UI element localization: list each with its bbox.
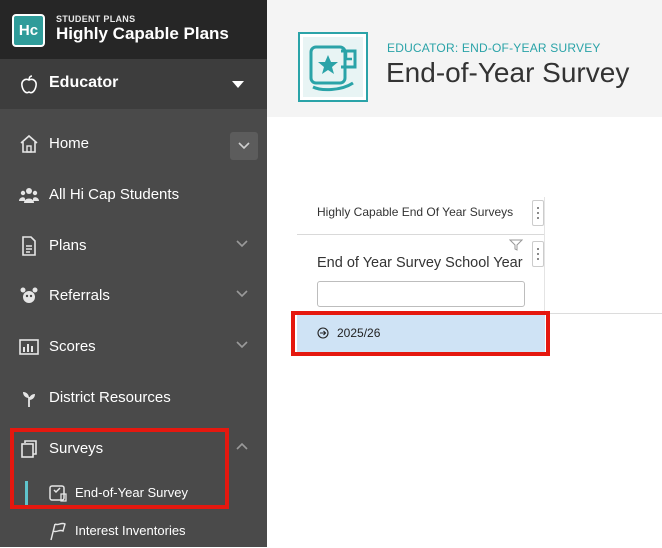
column-menu-button[interactable]: [532, 241, 544, 267]
collapse-toggle-button[interactable]: [230, 132, 258, 160]
plant-icon: [23, 392, 35, 407]
page-eyebrow: EDUCATOR: END-OF-YEAR SURVEY: [387, 41, 601, 55]
grid-panel-title: Highly Capable End Of Year Surveys: [317, 205, 514, 219]
sidebar-item-plans[interactable]: Plans: [0, 226, 267, 266]
sidebar-item-scores[interactable]: Scores: [0, 327, 267, 367]
column-header-label: End of Year Survey School Year: [317, 255, 523, 271]
role-label: Educator: [49, 74, 119, 91]
panel-menu-button[interactable]: [532, 200, 544, 226]
chevron-down-icon: [238, 142, 250, 150]
scores-icon: [19, 339, 39, 355]
subnav-item-interest-inventories[interactable]: Interest Inventories: [0, 514, 267, 548]
sidebar-item-all-students[interactable]: All Hi Cap Students: [0, 175, 267, 215]
page-icon: [298, 32, 368, 102]
sidebar-item-label: Home: [49, 135, 90, 152]
sidebar-item-district-resources[interactable]: District Resources: [0, 378, 267, 418]
document-icon: [22, 236, 36, 256]
sidebar-item-home[interactable]: Home: [0, 124, 267, 164]
highlight-box-row: [291, 311, 550, 356]
brand-subtitle: STUDENT PLANS: [56, 14, 136, 24]
sidebar-item-referrals[interactable]: Referrals: [0, 276, 267, 316]
flag-icon: [50, 522, 66, 541]
sidebar-item-label: Scores: [49, 338, 96, 355]
home-icon: [20, 134, 38, 153]
grid-panel-header: Highly Capable End Of Year Surveys: [297, 197, 544, 235]
role-selector[interactable]: Educator: [0, 59, 267, 109]
page-header: EDUCATOR: END-OF-YEAR SURVEY End-of-Year…: [267, 0, 662, 117]
group-icon: [19, 188, 39, 203]
brand-bar[interactable]: Hc STUDENT PLANS Highly Capable Plans: [0, 0, 267, 59]
grid-column-header[interactable]: End of Year Survey School Year: [297, 236, 544, 276]
column-filter-input[interactable]: [317, 281, 525, 307]
chevron-down-icon: [236, 290, 248, 298]
apple-icon: [21, 75, 37, 94]
brand-title: Highly Capable Plans: [56, 24, 229, 43]
survey-star-icon: [309, 45, 357, 92]
chevron-down-icon: [236, 341, 248, 349]
sidebar-item-label: Referrals: [49, 287, 110, 304]
sidebar-item-label: Plans: [49, 237, 87, 254]
brand-logo-text: Hc: [18, 22, 39, 39]
caret-down-icon: [232, 81, 244, 88]
subnav-item-label: Interest Inventories: [75, 523, 186, 538]
chevron-up-icon: [236, 442, 248, 450]
sidebar-item-label: All Hi Cap Students: [49, 186, 180, 203]
page-title: End-of-Year Survey: [386, 57, 630, 88]
filter-icon[interactable]: [509, 239, 523, 251]
brand-logo: Hc: [12, 14, 45, 47]
highlight-box-surveys: [10, 428, 229, 509]
chevron-down-icon: [236, 240, 248, 248]
grid-divider: [544, 197, 545, 313]
sidebar-item-label: District Resources: [49, 389, 171, 406]
referral-icon: [20, 287, 38, 303]
